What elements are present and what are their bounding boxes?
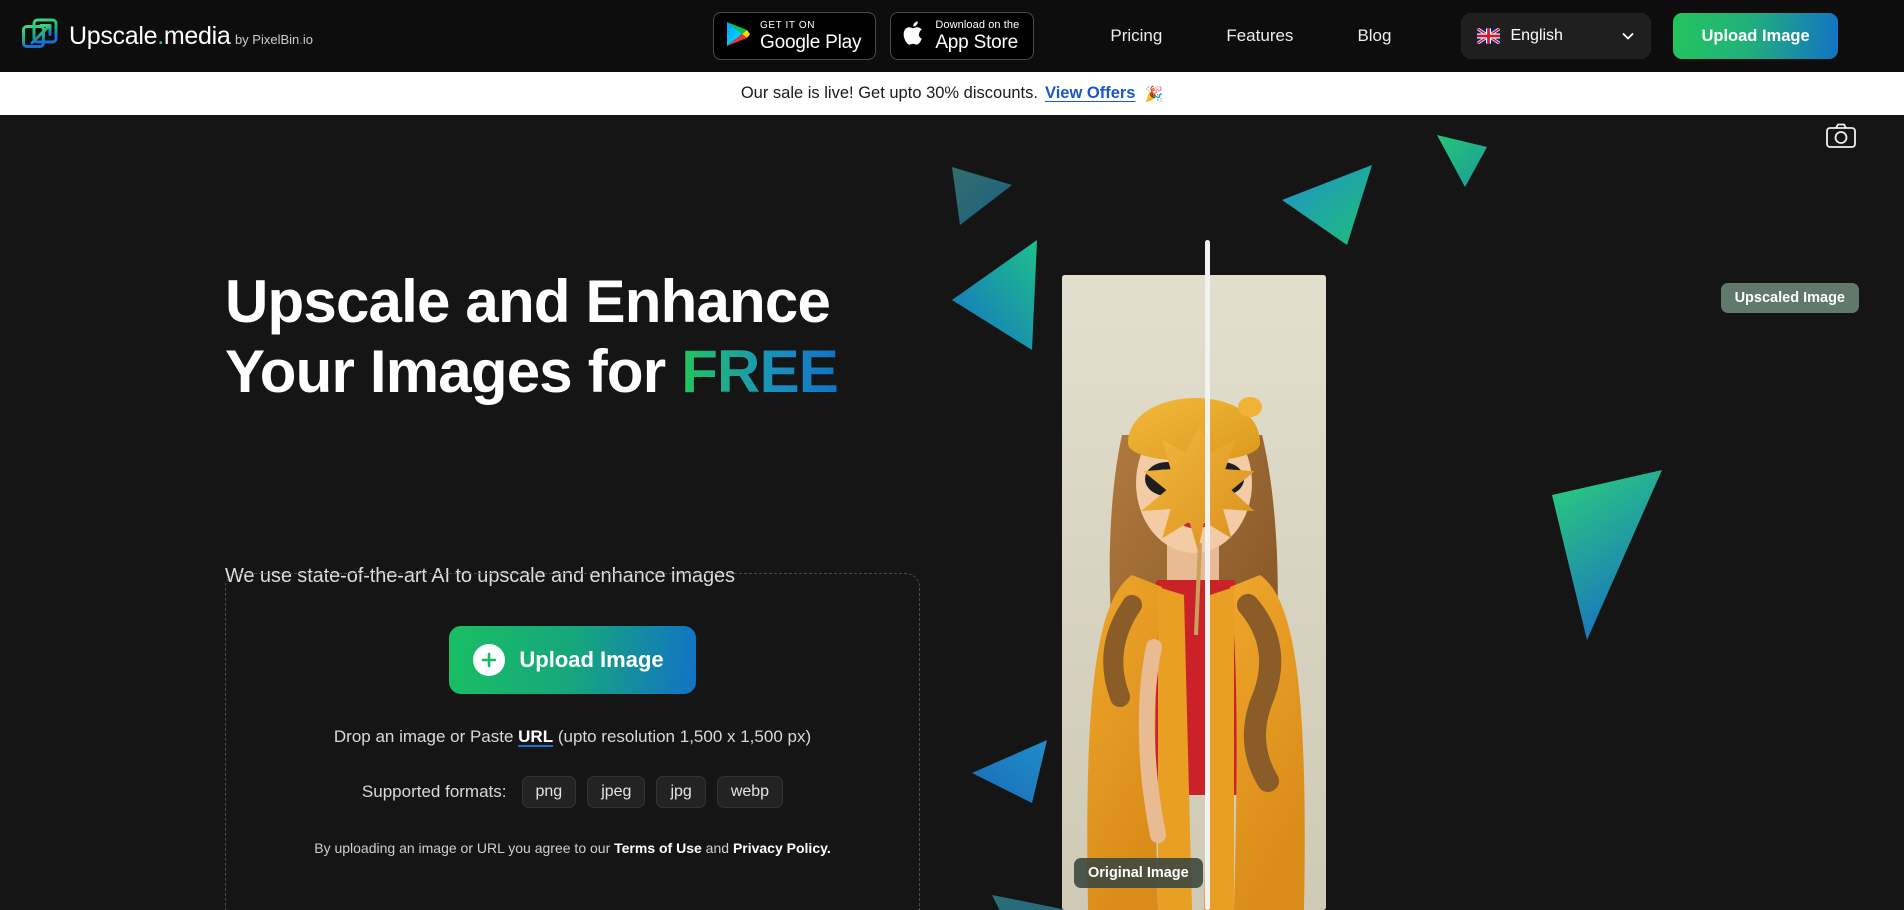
preview-photo xyxy=(1062,275,1326,910)
hero-section: Upscale and Enhance Your Images for FREE… xyxy=(0,115,1904,910)
app-store-badge[interactable]: Download on the App Store xyxy=(890,12,1035,60)
announcement-bar: Our sale is live! Get upto 30% discounts… xyxy=(0,72,1904,115)
chevron-down-icon xyxy=(1621,29,1635,43)
nav-link-features[interactable]: Features xyxy=(1194,26,1325,46)
store-badges: GET IT ON Google Play Download on the Ap… xyxy=(713,12,1035,60)
format-chip-webp[interactable]: webp xyxy=(716,776,784,808)
decor-triangle-icon xyxy=(1552,470,1662,640)
page-title: Upscale and Enhance Your Images for FREE xyxy=(225,267,839,406)
terms-text-pre: By uploading an image or URL you agree t… xyxy=(314,840,615,856)
logo-text: Upscale.media by PixelBin.io xyxy=(69,21,313,50)
hero-left-column: Upscale and Enhance Your Images for FREE… xyxy=(0,115,952,910)
primary-nav: Pricing Features Blog xyxy=(1078,26,1423,46)
camera-icon[interactable] xyxy=(1826,123,1856,149)
google-play-icon xyxy=(725,20,751,53)
language-selector[interactable]: English xyxy=(1461,13,1652,59)
format-chip-jpg[interactable]: jpg xyxy=(656,776,706,808)
supported-formats: Supported formats: png jpeg jpg webp xyxy=(361,776,784,808)
apple-icon xyxy=(902,19,926,53)
view-offers-link[interactable]: View Offers xyxy=(1045,84,1135,103)
terms-of-use-link[interactable]: Terms of Use xyxy=(614,840,702,856)
upscale-arrow-logo-icon xyxy=(22,18,58,54)
supported-formats-label: Supported formats: xyxy=(361,782,507,801)
heading-line-2: Your Images for xyxy=(225,337,682,405)
heading-line-1: Upscale and Enhance xyxy=(225,268,831,335)
google-play-small-label: GET IT ON xyxy=(760,19,816,31)
label-upscaled-image: Upscaled Image xyxy=(1720,283,1859,313)
google-play-text: GET IT ON Google Play xyxy=(760,19,862,53)
upload-image-button-label: Upload Image xyxy=(519,647,664,672)
terms-text-mid: and xyxy=(701,840,733,856)
announcement-text: Our sale is live! Get upto 30% discounts… xyxy=(740,84,1038,102)
paste-url-link[interactable]: URL xyxy=(518,727,553,746)
hero-preview-panel: Upscaled Image Original Image xyxy=(952,115,1904,910)
drop-text-pre: Drop an image or Paste xyxy=(333,727,519,746)
drop-instructions: Drop an image or Paste URL (upto resolut… xyxy=(334,727,811,747)
google-play-big-label: Google Play xyxy=(760,31,862,53)
app-store-text: Download on the App Store xyxy=(935,19,1020,53)
terms-notice: By uploading an image or URL you agree t… xyxy=(314,840,831,856)
uk-flag-icon xyxy=(1477,28,1501,44)
page-root: Upscale.media by PixelBin.io GET IT ON G… xyxy=(0,0,1904,910)
nav-link-pricing[interactable]: Pricing xyxy=(1078,26,1194,46)
nav-link-blog[interactable]: Blog xyxy=(1325,26,1423,46)
format-chip-jpeg[interactable]: jpeg xyxy=(587,776,646,808)
photo-subject xyxy=(1087,397,1305,910)
upload-dropzone[interactable]: Upload Image Drop an image or Paste URL … xyxy=(225,573,920,910)
header-upload-image-button[interactable]: Upload Image xyxy=(1673,13,1838,59)
language-label: English xyxy=(1510,27,1563,44)
logo-byline: by PixelBin.io xyxy=(234,31,313,47)
app-store-small-label: Download on the xyxy=(935,19,1020,31)
heading-highlight-free: FREE xyxy=(681,337,839,405)
decor-triangle-icon xyxy=(972,740,1047,803)
decor-triangle-icon xyxy=(1282,165,1372,245)
decor-triangle-icon xyxy=(952,240,1037,350)
upload-image-button[interactable]: Upload Image xyxy=(449,626,696,694)
drop-text-post: (upto resolution 1,500 x 1,500 px) xyxy=(553,727,812,746)
party-popper-icon: 🎉 xyxy=(1144,85,1164,103)
app-store-big-label: App Store xyxy=(935,32,1019,53)
logo-title: Upscale.media xyxy=(69,21,231,50)
label-original-image: Original Image xyxy=(1074,858,1203,888)
logo[interactable]: Upscale.media by PixelBin.io xyxy=(22,18,313,54)
decor-triangle-icon xyxy=(1437,135,1487,187)
comparison-slider[interactable] xyxy=(1205,240,1210,910)
format-chip-png[interactable]: png xyxy=(521,776,577,808)
google-play-badge[interactable]: GET IT ON Google Play xyxy=(713,12,877,60)
plus-icon xyxy=(473,644,506,676)
decor-triangle-icon xyxy=(952,167,1012,225)
privacy-policy-link[interactable]: Privacy Policy. xyxy=(733,840,831,856)
site-header: Upscale.media by PixelBin.io GET IT ON G… xyxy=(0,0,1904,72)
